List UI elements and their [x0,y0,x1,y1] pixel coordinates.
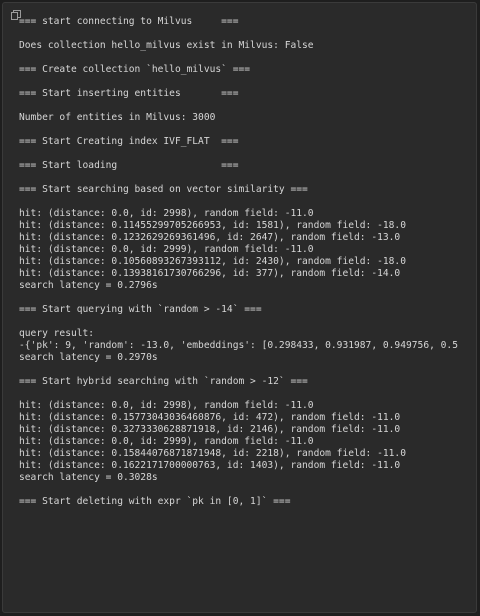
output-line: hit: (distance: 0.1232629269361496, id: … [19,232,401,243]
console-output: === start connecting to Milvus === Does c… [19,16,476,612]
output-line: === Start hybrid searching with `random … [19,376,308,387]
output-line: hit: (distance: 0.0, id: 2999), random f… [19,244,314,255]
output-line: -{'pk': 9, 'random': -13.0, 'embeddings'… [19,340,458,351]
output-line: Does collection hello_milvus exist in Mi… [19,40,314,51]
output-line: === Start inserting entities === [19,88,239,99]
output-line: search latency = 0.2796s [19,280,158,291]
output-line: search latency = 0.3028s [19,472,158,483]
output-line: hit: (distance: 0.11455299705266953, id:… [19,220,406,231]
output-line: === Create collection `hello_milvus` === [19,64,251,75]
output-line: hit: (distance: 0.0, id: 2999), random f… [19,436,314,447]
output-line: === Start searching based on vector simi… [19,184,308,195]
output-line: hit: (distance: 0.15844076871871948, id:… [19,448,406,459]
output-line: hit: (distance: 0.0, id: 2998), random f… [19,208,314,219]
code-output-panel: === start connecting to Milvus === Does c… [2,2,477,613]
output-line: hit: (distance: 0.10560893267393112, id:… [19,256,406,267]
output-line: === Start Creating index IVF_FLAT === [19,136,239,147]
output-line: === start connecting to Milvus === [19,16,239,27]
output-line: hit: (distance: 0.15773043036460876, id:… [19,412,401,423]
output-line: hit: (distance: 0.1622171700000763, id: … [19,460,401,471]
output-line: hit: (distance: 0.13938161730766296, id:… [19,268,401,279]
output-line: hit: (distance: 0.0, id: 2998), random f… [19,400,314,411]
output-line: === Start deleting with expr `pk in [0, … [19,496,291,507]
output-line: === Start loading === [19,160,239,171]
output-line: === Start querying with `random > -14` =… [19,304,262,315]
output-line: search latency = 0.2970s [19,352,158,363]
output-line: Number of entities in Milvus: 3000 [19,112,216,123]
output-line: query result: [19,328,95,339]
output-line: hit: (distance: 0.3273330628871918, id: … [19,424,401,435]
